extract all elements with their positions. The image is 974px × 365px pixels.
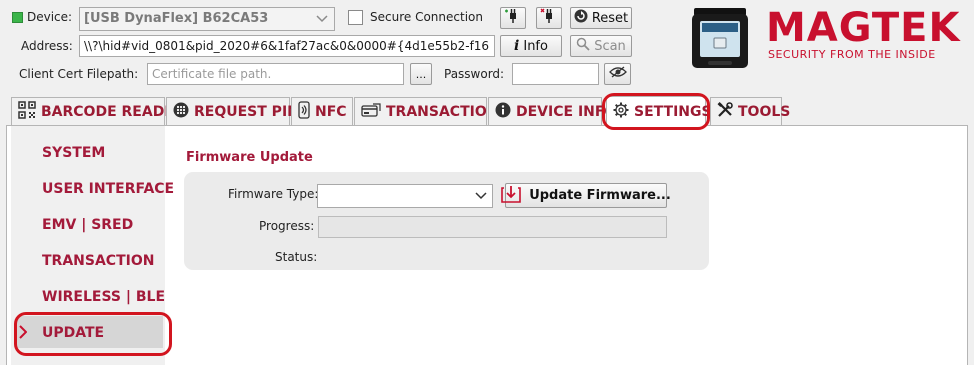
sidebar-item-wireless-ble[interactable]: WIRELESS | BLE [42,289,165,305]
cert-label: Client Cert Filepath: [19,67,139,81]
info-button[interactable]: i Info [500,35,562,57]
keypad-icon [173,102,189,122]
sidebar-item-emv-sred[interactable]: EMV | SRED [42,217,133,233]
magtek-logo: MAGTEK [766,5,961,51]
firmware-type-select[interactable] [317,184,493,208]
update-firmware-label: Update Firmware... [529,188,671,203]
sidebar-item-transaction[interactable]: TRANSACTION [42,253,154,269]
tab-label: BARCODE READER [41,103,185,120]
tools-icon [717,101,733,122]
plug-connect-icon [504,8,522,28]
tab-request-pin[interactable]: REQUEST PIN [166,97,299,125]
tab-label: TRANSACTION [386,103,499,120]
progress-label: Progress: [259,219,315,233]
chevron-down-icon [475,185,487,207]
reset-icon [574,9,588,27]
device-image [690,8,750,70]
password-label: Password: [444,67,505,81]
scan-label: Scan [594,38,626,54]
device-status-indicator [12,12,23,23]
tab-label: TOOLS [738,103,791,120]
show-password-button[interactable] [604,63,631,85]
tab-device-info[interactable]: DEVICE INFO [488,97,616,125]
tab-transaction[interactable]: TRANSACTION [354,97,498,125]
secure-connection-label: Secure Connection [370,10,483,24]
tab-nfc[interactable]: NFC [291,97,353,125]
settings-tab-highlight [602,93,710,130]
card-icon [361,102,381,121]
eye-icon [608,66,627,82]
status-label: Status: [275,250,318,264]
info-label: Info [523,38,548,54]
nfc-icon [298,100,310,123]
secure-connection-checkbox[interactable] [348,10,363,25]
download-icon [501,185,521,207]
device-select-value: [USB DynaFlex] B62CA53 [84,11,269,26]
update-item-highlight [14,312,172,356]
scan-button[interactable]: Scan [570,35,632,57]
cert-filepath-field[interactable]: Certificate file path. [147,63,404,85]
tab-label: REQUEST PIN [194,103,299,120]
tab-label: NFC [315,103,347,120]
address-label: Address: [21,39,73,53]
sidebar-item-user-interface[interactable]: USER INTERFACE [42,181,174,197]
reset-label: Reset [591,10,629,26]
plug-disconnect-icon [540,8,558,28]
browse-button[interactable]: ... [410,63,432,85]
info-i-icon: i [514,38,520,54]
disconnect-button[interactable] [536,7,562,29]
reset-button[interactable]: Reset [570,7,632,29]
info-icon [495,102,511,122]
firmware-type-label: Firmware Type: [228,187,319,201]
tab-barcode-reader[interactable]: BARCODE READER [11,97,185,125]
cert-filepath-placeholder: Certificate file path. [152,67,272,81]
magnifier-icon [576,37,590,55]
device-select[interactable]: [USB DynaFlex] B62CA53 [79,7,335,31]
connect-button[interactable] [500,7,526,29]
tab-tools[interactable]: TOOLS [710,97,790,125]
chevron-down-icon [316,8,328,30]
password-field[interactable] [512,63,599,85]
magtek-tagline: SECURITY FROM THE INSIDE [768,48,936,61]
device-label: Device: [27,10,73,24]
barcode-icon [18,100,36,123]
update-firmware-button[interactable]: Update Firmware... [501,183,671,208]
address-field[interactable]: \\?\hid#vid_0801&pid_2020#6&1faf27ac&0&0… [79,35,495,57]
sidebar-item-system[interactable]: SYSTEM [42,145,105,161]
section-title: Firmware Update [186,150,313,165]
progress-bar [318,216,667,238]
